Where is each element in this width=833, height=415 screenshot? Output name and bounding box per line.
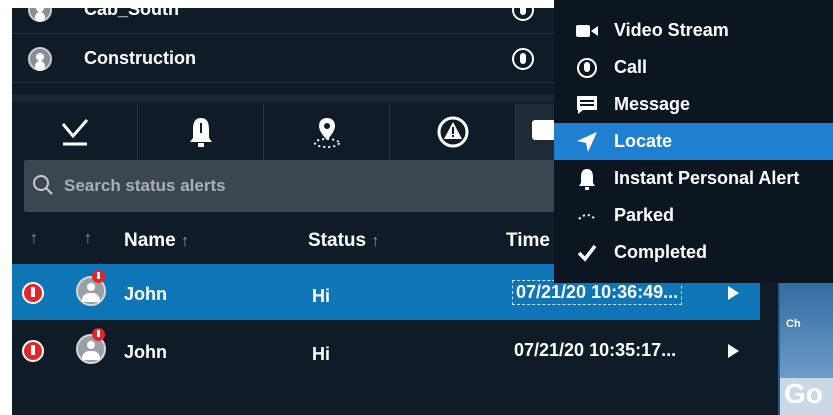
map-label: Ch (786, 318, 801, 330)
menu-item-label: Message (614, 94, 691, 114)
alert-icon (22, 340, 44, 362)
group-row-construction[interactable]: Construction (12, 35, 572, 83)
sort-arrow-icon: ↑ (181, 233, 190, 250)
tab-locations[interactable] (264, 104, 390, 160)
tab-emergency[interactable] (390, 104, 516, 160)
group-name: Cab_South (84, 8, 180, 19)
row-name: John (124, 342, 167, 362)
checkmark-tab-icon (61, 119, 88, 146)
bell-icon (576, 168, 598, 190)
locate-arrow-icon (576, 131, 598, 153)
menu-item-label: Locate (614, 131, 673, 151)
menu-item-label: Parked (614, 205, 675, 225)
tab-assigned[interactable] (12, 104, 138, 160)
search-icon (33, 175, 53, 195)
microphone-icon (576, 57, 598, 79)
menu-item-locate[interactable]: Locate (554, 123, 833, 160)
location-pin-icon (313, 118, 340, 148)
group-row-cab-south[interactable]: Cab_South (12, 8, 572, 34)
row-time: 07/21/20 10:36:49... (512, 280, 683, 305)
search-input[interactable]: Search status alerts (64, 176, 226, 196)
menu-item-message[interactable]: Message (554, 86, 833, 123)
row-time: 07/21/20 10:35:17... (514, 340, 677, 360)
map-logo: Go (784, 378, 823, 409)
alert-badge-icon (92, 270, 105, 283)
row-status: Hi (312, 286, 330, 306)
parked-icon (576, 205, 598, 227)
column-header-label: Name (124, 230, 176, 251)
menu-item-label: Call (614, 57, 648, 77)
sort-arrow-icon[interactable]: ↑ (84, 230, 92, 248)
group-avatar-icon (28, 8, 52, 22)
play-icon[interactable] (728, 344, 739, 358)
message-icon (576, 94, 598, 116)
play-icon[interactable] (728, 286, 739, 300)
context-menu: Video Stream Call Message Locate Instant… (554, 0, 833, 283)
menu-item-parked[interactable]: Parked (554, 197, 833, 234)
column-header-status[interactable]: Status ↑ (308, 230, 379, 252)
menu-item-label: Completed (614, 242, 708, 262)
video-camera-icon (576, 20, 598, 42)
search-bar[interactable]: Search status alerts (24, 160, 584, 212)
group-avatar-icon (28, 46, 52, 71)
alert-badge-icon (92, 328, 105, 341)
side-panel: Ch Go (760, 278, 833, 415)
menu-item-label: Video Stream (614, 20, 729, 40)
column-header-time[interactable]: Time (506, 230, 550, 252)
warning-icon (437, 116, 468, 148)
menu-item-video-stream[interactable]: Video Stream (554, 12, 833, 49)
menu-item-label: Instant Personal Alert (614, 168, 800, 188)
table-row[interactable]: John Hi 07/21/20 10:35:17... (12, 322, 760, 378)
alert-icon (22, 282, 44, 304)
menu-item-completed[interactable]: Completed (554, 234, 833, 271)
menu-item-call[interactable]: Call (554, 49, 833, 86)
menu-item-instant-personal-alert[interactable]: Instant Personal Alert (554, 160, 833, 197)
divider (12, 94, 572, 102)
row-status: Hi (312, 344, 330, 364)
column-header-name[interactable]: Name ↑ (124, 230, 189, 252)
map-thumbnail[interactable]: Ch Go (778, 278, 833, 415)
sort-arrow-icon: ↑ (371, 233, 380, 250)
tab-bar (12, 104, 572, 160)
column-header-label: Status (308, 230, 367, 251)
group-name: Construction (84, 48, 196, 68)
sort-arrow-icon[interactable]: ↑ (30, 230, 38, 248)
bell-alert-icon (189, 118, 212, 147)
tab-alerts[interactable] (138, 104, 264, 160)
row-name: John (124, 284, 167, 304)
microphone-icon[interactable] (512, 8, 534, 21)
microphone-icon[interactable] (512, 47, 534, 70)
checkmark-icon (576, 242, 598, 264)
